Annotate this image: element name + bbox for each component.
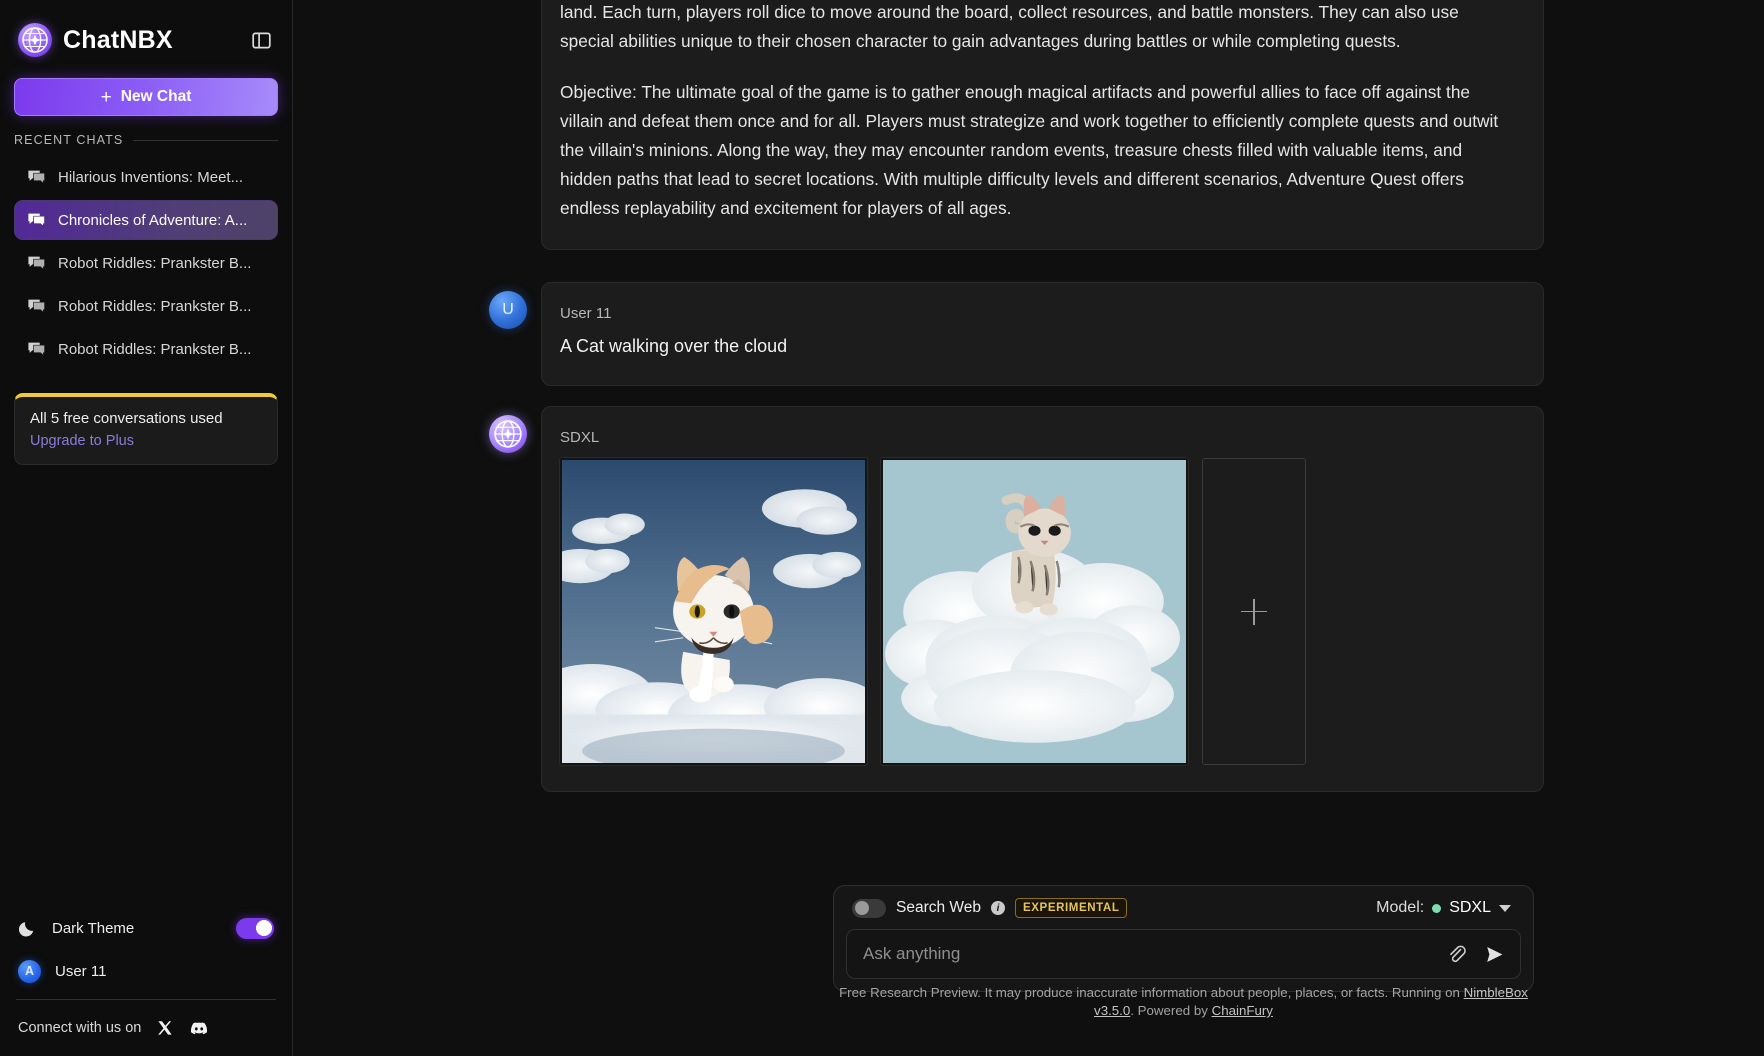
- chat-bubble-icon: [28, 299, 45, 313]
- assistant-avatar: [489, 415, 527, 453]
- footer-disclaimer: Free Research Preview. It may produce in…: [833, 984, 1534, 1020]
- user-avatar: U: [489, 291, 527, 329]
- sidebar: ChatNBX + New Chat RECENT CHATS Hilariou…: [0, 0, 293, 1056]
- sidebar-chat-item-4[interactable]: Robot Riddles: Prankster B...: [14, 329, 278, 369]
- moon-icon: [18, 922, 34, 937]
- brand-row: ChatNBX: [14, 0, 278, 64]
- toggle-knob: [854, 901, 869, 915]
- chat-input[interactable]: [863, 944, 1430, 964]
- avatar-slot: [489, 0, 527, 250]
- send-icon[interactable]: [1482, 942, 1506, 966]
- upgrade-card: All 5 free conversations used Upgrade to…: [14, 393, 278, 465]
- dark-theme-row: Dark Theme: [14, 907, 278, 949]
- sidebar-chat-item-2[interactable]: Robot Riddles: Prankster B...: [14, 243, 278, 283]
- model-label: Model:: [1376, 899, 1425, 916]
- chat-item-label: Chronicles of Adventure: A...: [58, 211, 248, 229]
- assistant-bubble: SDXL: [541, 406, 1544, 792]
- avatar: A: [18, 959, 41, 983]
- message-sender: SDXL: [560, 429, 600, 446]
- new-chat-button[interactable]: + New Chat: [14, 78, 278, 116]
- dark-theme-toggle[interactable]: [236, 917, 274, 939]
- user-message-text: A Cat walking over the cloud: [560, 336, 788, 356]
- chat-item-label: Hilarious Inventions: Meet...: [58, 168, 244, 186]
- new-chat-label: New Chat: [120, 88, 192, 105]
- chat-bubble-icon: [28, 256, 45, 270]
- user-bubble: User 11 A Cat walking over the cloud: [541, 282, 1544, 386]
- chainfury-link[interactable]: ChainFury: [1212, 1003, 1273, 1018]
- connect-label: Connect with us on: [18, 1020, 142, 1036]
- recent-chats-header: RECENT CHATS: [14, 133, 278, 147]
- assistant-message-images: SDXL: [293, 406, 1764, 792]
- assistant-message-previous: land. Each turn, players roll dice to mo…: [293, 0, 1764, 250]
- app-root: ChatNBX + New Chat RECENT CHATS Hilariou…: [0, 0, 1764, 1056]
- chat-item-label: Robot Riddles: Prankster B...: [58, 254, 252, 272]
- dark-theme-label: Dark Theme: [52, 919, 135, 937]
- sidebar-user-name: User 11: [55, 962, 107, 980]
- x-icon[interactable]: [155, 1018, 175, 1038]
- user-message: U User 11 A Cat walking over the cloud: [293, 282, 1764, 386]
- model-selector[interactable]: Model: SDXL: [1376, 899, 1515, 917]
- experimental-badge: EXPERIMENTAL: [1015, 898, 1128, 918]
- avatar-slot: [489, 406, 527, 792]
- chat-main: land. Each turn, players roll dice to mo…: [293, 0, 1764, 1056]
- generated-image-0[interactable]: [560, 458, 867, 765]
- footer-text-2: . Powered by: [1130, 1003, 1212, 1018]
- plus-icon: +: [100, 86, 112, 108]
- message-sender: User 11: [560, 305, 612, 322]
- sidebar-chat-item-1[interactable]: Chronicles of Adventure: A...: [14, 200, 278, 240]
- chevron-down-icon: [1499, 904, 1511, 912]
- composer: Search Web i EXPERIMENTAL Model: SDXL: [833, 885, 1534, 992]
- chat-list: Hilarious Inventions: Meet... Chronicles…: [14, 157, 278, 369]
- upgrade-to-plus-link[interactable]: Upgrade to Plus: [30, 433, 262, 449]
- sidebar-chat-item-3[interactable]: Robot Riddles: Prankster B...: [14, 286, 278, 326]
- avatar-slot: U: [489, 282, 527, 386]
- model-status-dot: [1432, 903, 1442, 913]
- plus-icon: [1241, 598, 1267, 625]
- brand-title: ChatNBX: [63, 25, 173, 54]
- generated-image-row: [560, 458, 1517, 765]
- chat-bubble-icon: [28, 213, 45, 227]
- toggle-knob: [255, 920, 272, 936]
- discord-icon[interactable]: [189, 1018, 209, 1038]
- sidebar-chat-item-0[interactable]: Hilarious Inventions: Meet...: [14, 157, 278, 197]
- chat-item-label: Robot Riddles: Prankster B...: [58, 297, 252, 315]
- chat-item-label: Robot Riddles: Prankster B...: [58, 340, 252, 358]
- connect-row: Connect with us on: [14, 1000, 278, 1056]
- composer-input-row: [846, 929, 1521, 979]
- add-image-button[interactable]: [1202, 458, 1306, 765]
- assistant-paragraph: land. Each turn, players roll dice to mo…: [560, 2, 1459, 51]
- composer-toolbar: Search Web i EXPERIMENTAL Model: SDXL: [846, 896, 1521, 929]
- search-web-label: Search Web: [896, 899, 982, 916]
- search-web-toggle[interactable]: [852, 898, 886, 918]
- paperclip-icon[interactable]: [1444, 942, 1468, 966]
- chat-bubble-icon: [28, 170, 45, 184]
- info-icon[interactable]: i: [991, 901, 1006, 915]
- footer-text-1: Free Research Preview. It may produce in…: [839, 985, 1464, 1000]
- upgrade-title: All 5 free conversations used: [30, 410, 223, 427]
- chatnbx-logo-icon: [18, 23, 52, 57]
- recent-chats-label: RECENT CHATS: [14, 133, 124, 147]
- assistant-paragraph: Objective: The ultimate goal of the game…: [560, 82, 1499, 218]
- chat-bubble-icon: [28, 342, 45, 356]
- assistant-bubble: land. Each turn, players roll dice to mo…: [541, 0, 1544, 250]
- generated-image-1[interactable]: [881, 458, 1188, 765]
- divider: [133, 139, 278, 141]
- sidebar-user-row[interactable]: A User 11: [14, 949, 278, 993]
- sidebar-panel-toggle-icon[interactable]: [248, 27, 274, 53]
- model-value: SDXL: [1449, 899, 1491, 916]
